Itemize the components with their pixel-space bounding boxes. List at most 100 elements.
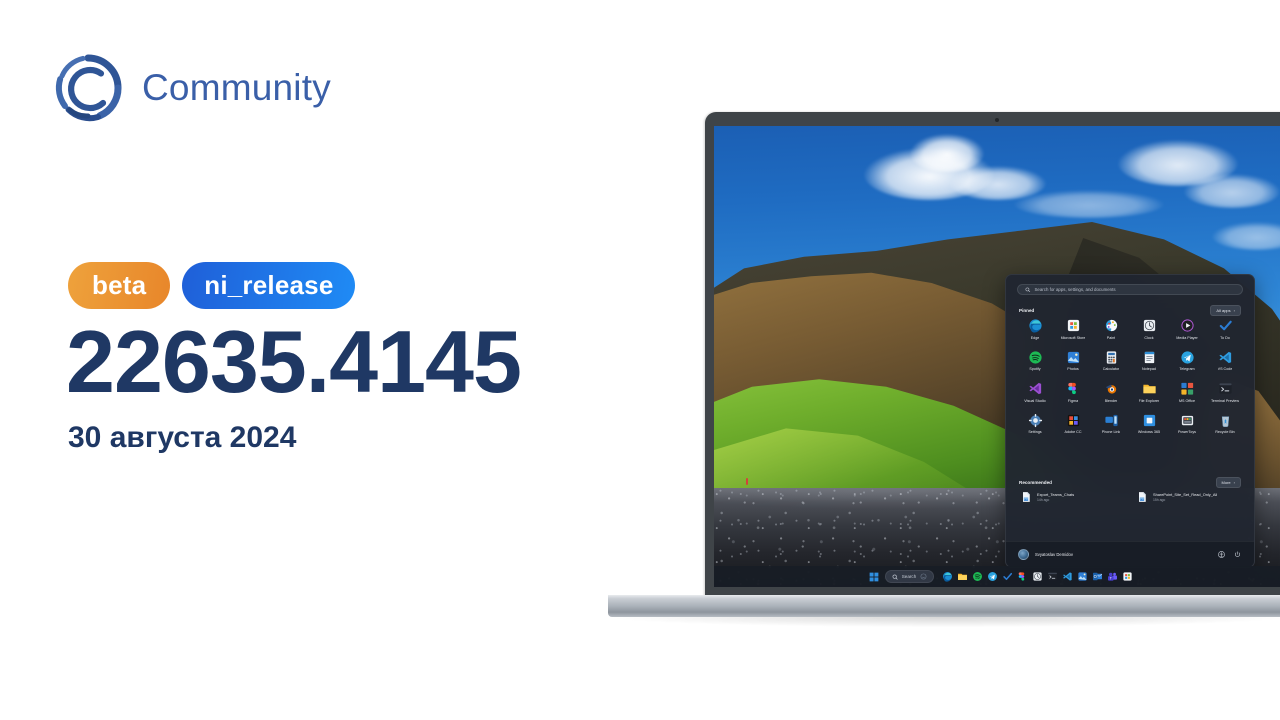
vs-code-icon [1062,571,1073,582]
pinned-app-label: Photos [1067,367,1079,372]
power-button[interactable] [1232,550,1242,560]
chevron-right-icon: › [1233,480,1235,485]
vs-code-icon [1218,350,1233,365]
edge-icon [942,571,953,582]
pinned-app[interactable]: Windows 365 [1130,410,1168,438]
cloud [1184,174,1280,208]
pinned-app[interactable]: Clock [1130,315,1168,343]
pinned-app-label: Adobe CC [1064,430,1082,435]
photos-icon [1066,350,1081,365]
taskbar-app[interactable] [986,570,999,583]
recycle-bin-icon [1218,413,1233,428]
to-do-icon [1218,318,1233,333]
document-icon [1020,491,1032,503]
pinned-app-label: To Do [1220,335,1230,340]
taskbar-app[interactable]: T [1106,570,1119,583]
brand-lockup: Community [54,54,331,122]
recommended-item-name: Export_Teams_Chats [1037,492,1075,497]
all-apps-label: All apps [1216,308,1231,313]
pinned-app[interactable]: Blender [1092,378,1130,406]
pinned-app-label: PowerToys [1177,430,1197,435]
badge-branch[interactable]: ni_release [182,262,356,309]
recommended-item[interactable]: Export_Teams_Chats 14h ago [1016,487,1128,507]
badge-channel[interactable]: beta [68,262,171,309]
taskbar-app[interactable] [1001,570,1014,583]
pinned-app[interactable]: VS Code [1206,347,1244,375]
build-number: 22635.4145 [66,312,522,411]
accessibility-button[interactable] [1216,550,1226,560]
figma-icon [1017,571,1028,582]
pinned-app[interactable]: File Explorer [1130,378,1168,406]
telegram-icon [987,571,998,582]
recommended-item-name: SharePoint_Site_Set_Read_Only_All [1153,492,1218,497]
taskbar-app[interactable] [1076,570,1089,583]
laptop-lid: Search for apps, settings, and documents… [705,112,1280,596]
pinned-app-label: Terminal Preview [1210,398,1240,403]
pinned-app-label: Visual Studio [1024,398,1046,403]
powertoys-icon [1180,413,1195,428]
community-c-logo-icon [55,54,122,122]
taskbar-search[interactable]: Search [884,570,935,583]
recommended-item-time: 15h ago [1153,498,1166,502]
pinned-app[interactable]: Spotify [1016,347,1054,375]
pinned-app-label: Phone Link [1101,430,1121,435]
clock-icon [1142,318,1157,333]
pinned-app[interactable]: Media Player [1168,315,1206,343]
pinned-app[interactable]: Microsoft Store [1054,315,1092,343]
taskbar-app[interactable]: O [1091,570,1104,583]
media-player-icon [1180,318,1195,333]
taskbar-app[interactable] [1016,570,1029,583]
pinned-app[interactable]: Photos [1054,347,1092,375]
taskbar: Search O T [714,566,1280,587]
taskbar-app[interactable] [956,570,969,583]
start-search-input[interactable]: Search for apps, settings, and documents [1017,284,1243,295]
pinned-app[interactable]: Notepad [1130,347,1168,375]
announcement-card: Community beta ni_release 22635.4145 30 … [0,0,1280,720]
start-button[interactable] [868,570,881,583]
pinned-app[interactable]: Terminal Preview [1206,378,1244,406]
svg-text:O: O [1094,574,1097,579]
pinned-app[interactable]: Telegram [1168,347,1206,375]
cloud [910,134,984,172]
start-menu: Search for apps, settings, and documents… [1005,274,1255,568]
taskbar-app[interactable] [1061,570,1074,583]
pinned-app-label: Calculator [1102,367,1120,372]
pinned-app-label: Edge [1030,335,1040,340]
pinned-app[interactable]: Figma [1054,378,1092,406]
webcam-icon [994,118,999,122]
power-icon [1234,551,1240,557]
taskbar-app[interactable] [971,570,984,583]
pinned-app[interactable]: To Do [1206,315,1244,343]
taskbar-app[interactable] [1046,570,1059,583]
copilot-icon [920,573,927,580]
more-label: More [1221,480,1231,485]
ms-office-icon [1180,381,1195,396]
pinned-app-label: Telegram [1179,367,1195,372]
settings-gear-icon [1028,413,1043,428]
pinned-app[interactable]: Settings [1016,410,1054,438]
pinned-app[interactable]: PowerToys [1168,410,1206,438]
pinned-app-label: MS Office [1178,398,1196,403]
pinned-app[interactable]: Adobe CC [1054,410,1092,438]
taskbar-app[interactable] [1031,570,1044,583]
pinned-app[interactable]: Calculator [1092,347,1130,375]
pinned-app[interactable]: Edge [1016,315,1054,343]
pinned-app-label: Windows 365 [1137,430,1161,435]
recommended-meta: Export_Teams_Chats 14h ago [1037,492,1074,502]
pinned-app[interactable]: Paint [1092,315,1130,343]
taskbar-app[interactable] [941,570,954,583]
recommended-item[interactable]: SharePoint_Site_Set_Read_Only_All 15h ago [1132,487,1244,507]
avatar[interactable] [1018,549,1029,560]
pinned-app[interactable]: Visual Studio [1016,378,1054,406]
pinned-app[interactable]: Recycle Bin [1206,410,1244,438]
pinned-app-label: Settings [1028,430,1042,435]
recommended-title: Recommended [1019,480,1052,485]
recommended-meta: SharePoint_Site_Set_Read_Only_All 15h ago [1153,492,1217,502]
pinned-app[interactable]: MS Office [1168,378,1206,406]
pinned-app[interactable]: Phone Link [1092,410,1130,438]
recommended-item-time: 14h ago [1037,498,1050,502]
windows-365-icon [1142,413,1157,428]
taskbar-app[interactable] [1121,570,1134,583]
edge-icon [1028,318,1043,333]
pinned-app-label: VS Code [1217,367,1233,372]
